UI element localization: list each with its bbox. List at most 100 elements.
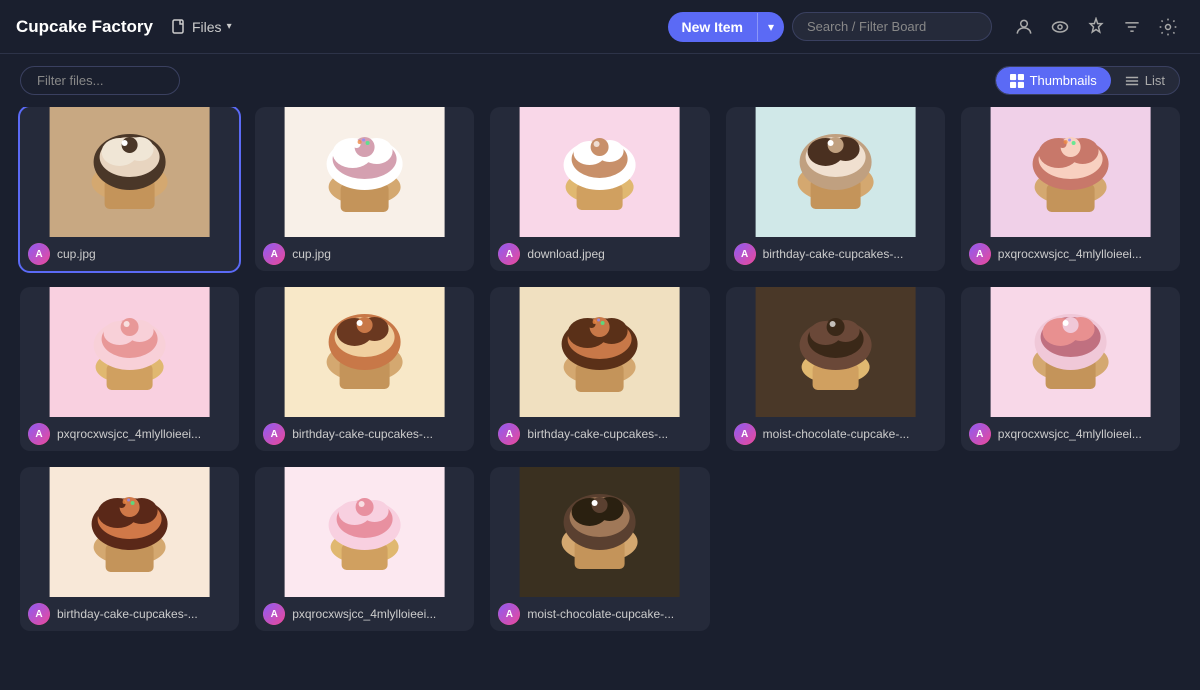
item-name: cup.jpg	[57, 247, 231, 261]
list-item[interactable]: A moist-chocolate-cupcake-...	[726, 287, 945, 451]
user-icon-button[interactable]	[1008, 11, 1040, 43]
chevron-down-icon: ▾	[227, 21, 232, 32]
list-item[interactable]: A pxqrocxwsjcc_4mlylloieei...	[961, 107, 1180, 271]
list-item[interactable]: A pxqrocxwsjcc_4mlylloieei...	[961, 287, 1180, 451]
list-item[interactable]: A cup.jpg	[255, 107, 474, 271]
thumbnail	[961, 287, 1180, 417]
search-input[interactable]	[792, 12, 992, 41]
thumbnail	[255, 107, 474, 237]
thumbnail	[255, 467, 474, 597]
item-info: A pxqrocxwsjcc_4mlylloieei...	[961, 237, 1180, 271]
avatar-image: A	[263, 423, 285, 445]
avatar: A	[28, 423, 50, 445]
list-item[interactable]: A birthday-cake-cupcakes-...	[726, 107, 945, 271]
item-name: cup.jpg	[292, 247, 466, 261]
list-item[interactable]: A birthday-cake-cupcakes-...	[490, 287, 709, 451]
item-info: A moist-chocolate-cupcake-...	[726, 417, 945, 451]
thumbnail	[490, 107, 709, 237]
list-item[interactable]: A moist-chocolate-cupcake-...	[490, 467, 709, 631]
avatar-image: A	[498, 603, 520, 625]
avatar: A	[498, 603, 520, 625]
header-center: New Item ▾	[668, 11, 1185, 43]
item-info: A birthday-cake-cupcakes-...	[20, 597, 239, 631]
item-info: A birthday-cake-cupcakes-...	[490, 417, 709, 451]
thumbnail	[961, 107, 1180, 237]
filter-icon-button[interactable]	[1116, 11, 1148, 43]
avatar: A	[498, 423, 520, 445]
app-title: Cupcake Factory	[16, 17, 153, 37]
avatar-image: A	[969, 423, 991, 445]
avatar: A	[28, 603, 50, 625]
thumbnails-label: Thumbnails	[1030, 73, 1097, 88]
header-icons	[1008, 11, 1184, 43]
thumbnails-view-button[interactable]: Thumbnails	[996, 67, 1111, 94]
avatar-image: A	[969, 243, 991, 265]
thumbnail	[490, 287, 709, 417]
item-info: A moist-chocolate-cupcake-...	[490, 597, 709, 631]
thumbnail	[726, 107, 945, 237]
item-name: pxqrocxwsjcc_4mlylloieei...	[998, 427, 1172, 441]
eye-icon-button[interactable]	[1044, 11, 1076, 43]
file-grid: A cup.jpg A cup.jpg	[20, 107, 1180, 631]
avatar: A	[734, 423, 756, 445]
item-info: A pxqrocxwsjcc_4mlylloieei...	[20, 417, 239, 451]
item-name: moist-chocolate-cupcake-...	[763, 427, 937, 441]
header: Cupcake Factory Files ▾ New Item ▾	[0, 0, 1200, 54]
pin-icon	[1086, 17, 1106, 37]
avatar-image: A	[28, 423, 50, 445]
avatar: A	[263, 603, 285, 625]
filter-input[interactable]	[20, 66, 180, 95]
filter-icon	[1122, 17, 1142, 37]
eye-icon	[1050, 17, 1070, 37]
list-view-button[interactable]: List	[1111, 67, 1179, 94]
thumbnail	[20, 287, 239, 417]
avatar: A	[498, 243, 520, 265]
avatar-image: A	[734, 243, 756, 265]
new-item-button[interactable]: New Item ▾	[668, 12, 785, 42]
item-name: birthday-cake-cupcakes-...	[527, 427, 701, 441]
settings-icon-button[interactable]	[1152, 11, 1184, 43]
avatar-image: A	[734, 423, 756, 445]
list-icon	[1125, 74, 1139, 88]
item-info: A cup.jpg	[20, 237, 239, 271]
avatar: A	[263, 243, 285, 265]
avatar: A	[263, 423, 285, 445]
item-info: A birthday-cake-cupcakes-...	[726, 237, 945, 271]
thumbnail	[20, 467, 239, 597]
item-name: pxqrocxwsjcc_4mlylloieei...	[998, 247, 1172, 261]
item-name: birthday-cake-cupcakes-...	[292, 427, 466, 441]
list-label: List	[1145, 73, 1165, 88]
header-left: Cupcake Factory Files ▾	[16, 15, 656, 39]
avatar: A	[969, 243, 991, 265]
avatar-image: A	[498, 423, 520, 445]
list-item[interactable]: A birthday-cake-cupcakes-...	[20, 467, 239, 631]
avatar: A	[969, 423, 991, 445]
list-item[interactable]: A cup.jpg	[20, 107, 239, 271]
item-name: moist-chocolate-cupcake-...	[527, 607, 701, 621]
avatar-image: A	[28, 603, 50, 625]
thumbnail	[20, 107, 239, 237]
user-icon	[1014, 17, 1034, 37]
list-item[interactable]: A pxqrocxwsjcc_4mlylloieei...	[20, 287, 239, 451]
list-item[interactable]: A birthday-cake-cupcakes-...	[255, 287, 474, 451]
item-info: A cup.jpg	[255, 237, 474, 271]
file-icon	[171, 19, 187, 35]
item-name: birthday-cake-cupcakes-...	[57, 607, 231, 621]
files-label: Files	[192, 19, 222, 35]
pin-icon-button[interactable]	[1080, 11, 1112, 43]
item-info: A birthday-cake-cupcakes-...	[255, 417, 474, 451]
item-info: A pxqrocxwsjcc_4mlylloieei...	[255, 597, 474, 631]
avatar: A	[734, 243, 756, 265]
list-item[interactable]: A pxqrocxwsjcc_4mlylloieei...	[255, 467, 474, 631]
view-toggle: Thumbnails List	[995, 66, 1180, 95]
thumbnails-icon	[1010, 74, 1024, 88]
list-item[interactable]: A download.jpeg	[490, 107, 709, 271]
avatar-image: A	[263, 243, 285, 265]
files-button[interactable]: Files ▾	[163, 15, 240, 39]
item-name: pxqrocxwsjcc_4mlylloieei...	[57, 427, 231, 441]
item-name: pxqrocxwsjcc_4mlylloieei...	[292, 607, 466, 621]
avatar-image: A	[498, 243, 520, 265]
avatar-image: A	[263, 603, 285, 625]
item-name: download.jpeg	[527, 247, 701, 261]
toolbar: Thumbnails List	[0, 54, 1200, 107]
